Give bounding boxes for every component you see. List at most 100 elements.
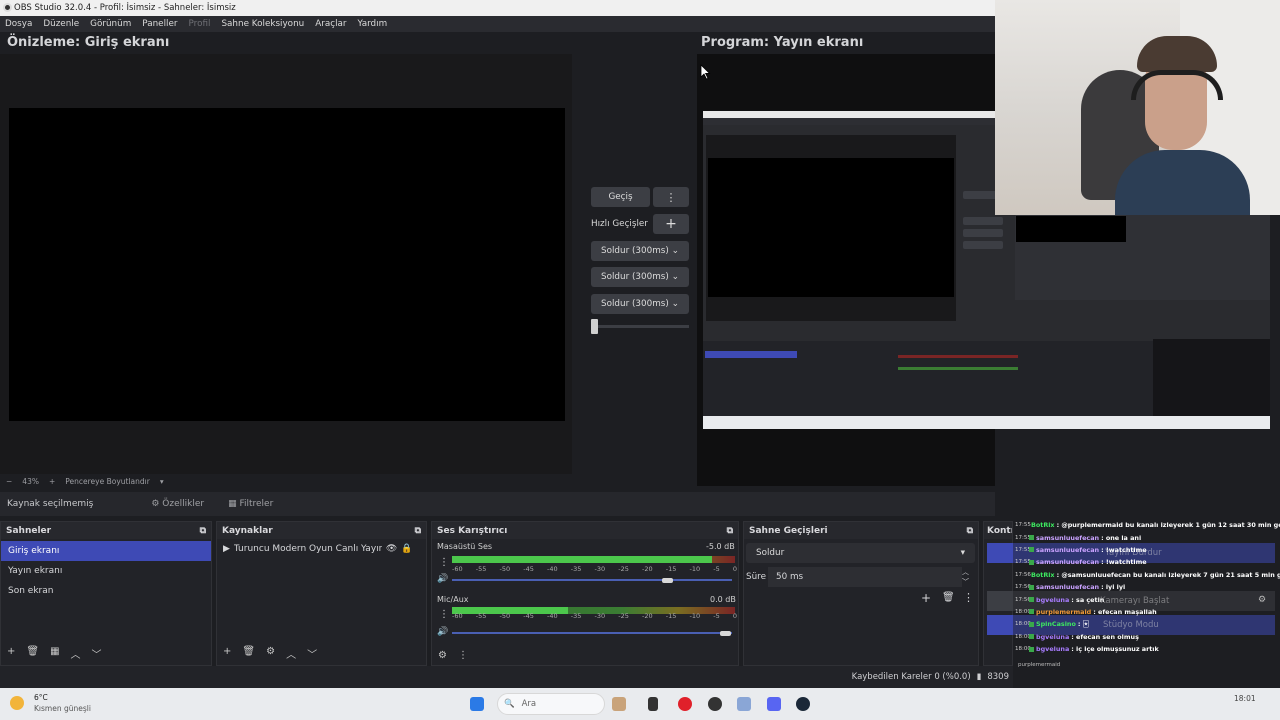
steam-icon[interactable] <box>796 697 810 711</box>
add-transition-icon[interactable]: + <box>921 591 931 605</box>
opera-icon[interactable] <box>678 697 692 711</box>
duration-input[interactable]: 50 ms <box>768 567 962 587</box>
volume-knob[interactable] <box>720 630 732 636</box>
stop-stream-button[interactable] <box>987 543 1013 563</box>
volume-knob[interactable] <box>661 577 673 583</box>
add-icon[interactable]: + <box>7 646 15 661</box>
undock-icon[interactable]: ⧉ <box>415 526 421 536</box>
properties-button[interactable]: ⚙ Özellikler <box>151 499 204 509</box>
scene-item[interactable]: Son ekran <box>1 581 211 601</box>
menu-gorunum[interactable]: Görünüm <box>90 19 131 29</box>
speaker-icon[interactable]: 🔊 <box>437 627 448 637</box>
weather-temp[interactable]: 6°C <box>34 693 48 702</box>
chat-badge-icon <box>1029 621 1034 627</box>
filters-button[interactable]: ▦ Filtreler <box>228 499 273 509</box>
menu-dosya[interactable]: Dosya <box>5 19 32 29</box>
preview-scene-output[interactable] <box>9 108 565 421</box>
quick-transition-1[interactable]: Soldur (300ms) ⌄ <box>591 241 689 261</box>
chevron-up-icon[interactable]: ︿ <box>71 646 81 661</box>
trash-icon[interactable]: 🗑 <box>26 646 39 661</box>
obs-taskbar-icon[interactable] <box>708 697 722 711</box>
chevron-down-icon: ▾ <box>960 548 965 558</box>
trash-icon[interactable]: 🗑 <box>242 646 255 661</box>
settings-icon[interactable] <box>737 697 751 711</box>
filters-label: Filtreler <box>239 499 274 509</box>
window-title-bar: OBS Studio 32.0.4 - Profil: İsimsiz - Sa… <box>0 0 995 16</box>
channel-db: -5.0 dB <box>706 542 735 551</box>
source-item[interactable]: ▶ Turuncu Modern Oyun Canlı Yayın Baş 👁 … <box>217 539 426 559</box>
task-view-icon[interactable] <box>648 697 658 711</box>
mixer-menu-icon[interactable]: ⋮ <box>458 650 468 661</box>
meter-scale: -60 -55 -50 -45 -40 -35 -30 -25 -20 -15 -10 -5 0 <box>452 565 737 573</box>
search-icon: 🔍 <box>504 699 515 709</box>
fit-to-window[interactable]: Pencereye Boyutlandır <box>65 477 150 486</box>
chat-time: 18:00 <box>1015 633 1031 640</box>
transition-type-select[interactable]: Soldur ▾ <box>746 543 975 563</box>
volume-slider-desktop[interactable] <box>452 577 732 583</box>
mixer-title: Ses Karıştırıcı <box>437 525 508 536</box>
add-icon[interactable]: + <box>223 646 231 661</box>
chevron-down-icon[interactable]: ﹀ <box>92 646 102 661</box>
duration-stepper[interactable]: ︿ ﹀ <box>962 567 969 587</box>
tbar-slider[interactable] <box>594 325 689 328</box>
quick-transition-2[interactable]: Soldur (300ms) ⌄ <box>591 267 689 287</box>
clock-time[interactable]: 18:01 <box>1234 694 1256 703</box>
tbar-handle[interactable] <box>591 319 598 334</box>
weather-desc[interactable]: Kısmen güneşli <box>34 704 91 713</box>
channel-menu-icon[interactable]: ⋮ <box>439 609 449 620</box>
chat-username: bgveluna <box>1036 645 1070 654</box>
chat-badge-icon <box>1029 559 1034 565</box>
chevron-down-icon[interactable]: ▾ <box>160 477 164 486</box>
quick-transition-3-label: Soldur (300ms) <box>601 299 669 309</box>
transition-button[interactable]: Geçiş <box>591 187 650 207</box>
zoom-in-icon[interactable]: + <box>49 477 55 486</box>
mixer-footer: ⚙ ⋮ <box>438 650 468 661</box>
start-camera-button[interactable] <box>987 591 1013 611</box>
add-quick-transition-plus-icon[interactable]: + <box>653 214 689 234</box>
scene-item[interactable]: Yayın ekranı <box>1 561 211 581</box>
menu-yardim[interactable]: Yardım <box>358 19 388 29</box>
chat-message: 18:00 SpinCasino: 🃏 <box>1013 618 1280 630</box>
scale-tick: -20 <box>642 565 653 573</box>
transition-menu-icon[interactable]: ⋮ <box>963 591 974 604</box>
play-icon[interactable]: ▶ <box>223 544 230 554</box>
discord-icon[interactable] <box>767 697 781 711</box>
windows-start-icon[interactable] <box>470 697 484 711</box>
scale-tick: -40 <box>547 612 558 620</box>
chat-lower-label: purplemermaid <box>1018 662 1061 668</box>
chevron-down-icon: ⌄ <box>671 272 679 282</box>
undock-icon[interactable]: ⧉ <box>727 526 733 536</box>
gear-icon[interactable]: ⚙ <box>266 646 275 661</box>
channel-menu-icon[interactable]: ⋮ <box>439 557 449 568</box>
chevron-down-icon[interactable]: ﹀ <box>307 646 317 661</box>
scene-item[interactable]: Giriş ekranı <box>1 541 211 561</box>
studio-mode-button[interactable] <box>987 615 1013 635</box>
menu-paneller[interactable]: Paneller <box>142 19 177 29</box>
transition-type-value: Soldur <box>756 548 785 558</box>
undock-icon[interactable]: ⧉ <box>967 526 973 536</box>
quick-transition-3[interactable]: Soldur (300ms) ⌄ <box>591 294 689 314</box>
controls-header: Kontroller <box>984 522 1012 539</box>
menu-profil[interactable]: Profil <box>189 19 211 29</box>
chat-message: 17:55 BotRix: @purplemermaid bu kanalı iz… <box>1013 519 1280 531</box>
menu-araclar[interactable]: Araçlar <box>315 19 346 29</box>
news-widget-icon[interactable] <box>612 697 626 711</box>
trash-icon[interactable]: 🗑 <box>942 592 955 603</box>
menu-sahne-koleksiyonu[interactable]: Sahne Koleksiyonu <box>221 19 304 29</box>
speaker-icon[interactable]: 🔊 <box>437 574 448 584</box>
advanced-audio-icon[interactable]: ⚙ <box>438 650 447 661</box>
quick-transitions-label: Hızlı Geçişler <box>591 219 648 229</box>
lock-icon[interactable]: 🔒 <box>401 544 412 554</box>
search-box[interactable]: 🔍 Ara <box>497 693 605 715</box>
chat-time: 17:55 <box>1015 559 1031 566</box>
scale-tick: -25 <box>618 612 629 620</box>
zoom-out-icon[interactable]: − <box>6 477 12 486</box>
chevron-up-icon[interactable]: ︿ <box>286 646 296 661</box>
eye-icon[interactable]: 👁 <box>386 544 397 554</box>
transition-more-icon[interactable]: ⋮ <box>653 187 689 207</box>
filter-icon[interactable]: ▦ <box>50 646 59 661</box>
chat-badge-icon <box>1029 547 1034 553</box>
volume-slider-mic[interactable] <box>452 630 732 636</box>
undock-icon[interactable]: ⧉ <box>200 526 206 536</box>
menu-duzenle[interactable]: Düzenle <box>43 19 79 29</box>
